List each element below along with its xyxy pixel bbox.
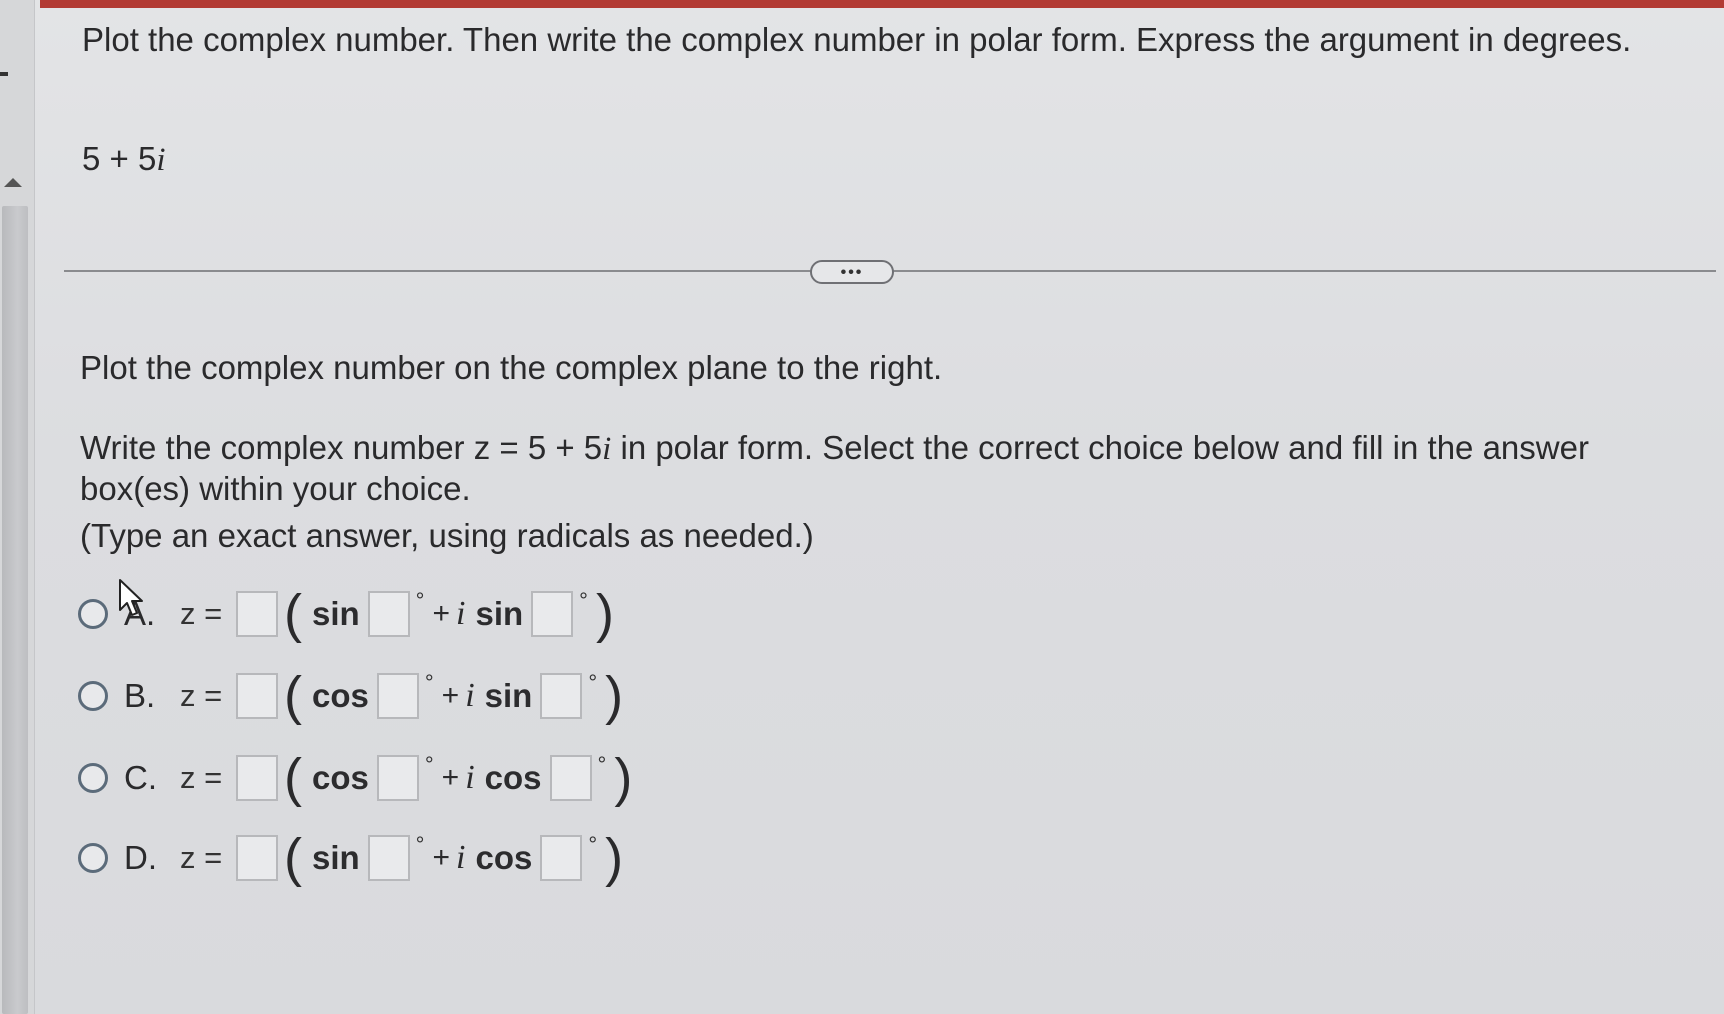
complex-expression: 5 + 5i xyxy=(82,140,166,179)
scrollbar-thumb[interactable] xyxy=(2,206,28,1014)
polar-instruction-imag: i xyxy=(602,431,612,467)
choice-d-degree2: ° xyxy=(588,832,598,857)
choice-c-close-paren: ) xyxy=(614,748,633,808)
choice-c-fn2: cos xyxy=(484,759,542,796)
choice-a[interactable]: A. z = ( sin ° + i sin ° ) xyxy=(78,582,614,646)
choice-a-radio[interactable] xyxy=(78,599,108,629)
left-marker xyxy=(0,72,8,76)
choice-c-radio[interactable] xyxy=(78,763,108,793)
choice-d-plus: + xyxy=(432,841,451,874)
choice-a-modulus-input[interactable] xyxy=(236,591,278,637)
plot-instruction: Plot the complex number on the complex p… xyxy=(80,349,943,386)
choice-b-angle2-input[interactable] xyxy=(540,673,583,719)
choice-a-imag-unit: i xyxy=(456,595,466,632)
choice-d-letter: D. xyxy=(124,839,157,876)
choice-b-modulus-input[interactable] xyxy=(236,673,278,719)
choice-c-angle1-input[interactable] xyxy=(376,755,419,801)
choice-b-plus: + xyxy=(441,679,460,712)
choice-a-fn2: sin xyxy=(475,595,524,632)
choice-b-z-label: z = xyxy=(180,678,223,713)
choice-a-fn1: sin xyxy=(311,595,360,632)
more-options-button[interactable]: ••• xyxy=(810,260,894,284)
choice-c-fn1: cos xyxy=(311,759,369,796)
polar-instruction-part1: Write the complex number z = 5 + 5 xyxy=(80,429,603,466)
choice-a-plus: + xyxy=(432,597,451,630)
choice-c-imag-unit: i xyxy=(465,759,475,796)
choice-a-z-label: z = xyxy=(180,596,223,631)
choice-c-plus: + xyxy=(441,761,460,794)
choice-d-modulus-input[interactable] xyxy=(236,835,278,881)
choice-b-imag-unit: i xyxy=(465,677,475,714)
choice-c-z-label: z = xyxy=(180,760,223,795)
top-accent-bar xyxy=(40,0,1724,8)
choice-d-degree1: ° xyxy=(415,832,425,857)
choice-b-open-paren: ( xyxy=(284,666,302,726)
choice-d-radio[interactable] xyxy=(78,843,108,873)
choice-d-fn2: cos xyxy=(475,839,533,876)
choice-a-close-paren: ) xyxy=(595,584,614,644)
choice-c-angle2-input[interactable] xyxy=(549,755,592,801)
choice-c-degree1: ° xyxy=(424,752,434,777)
choice-b-degree1: ° xyxy=(424,670,434,695)
mouse-pointer-icon xyxy=(119,579,143,616)
choice-b-close-paren: ) xyxy=(605,666,624,726)
choice-c-modulus-input[interactable] xyxy=(236,755,278,801)
choice-b-radio[interactable] xyxy=(78,681,108,711)
choice-a-degree1: ° xyxy=(415,588,425,613)
choice-d-fn1: sin xyxy=(311,839,360,876)
choice-c-degree2: ° xyxy=(597,752,607,777)
choice-a-open-paren: ( xyxy=(284,584,302,644)
choice-b-letter: B. xyxy=(124,677,156,714)
type-note: (Type an exact answer, using radicals as… xyxy=(80,517,814,554)
choice-d-z-label: z = xyxy=(180,840,223,875)
choice-d-angle2-input[interactable] xyxy=(540,835,583,881)
expression-real: 5 + 5 xyxy=(82,140,157,177)
choice-c[interactable]: C. z = ( cos ° + i cos ° ) xyxy=(78,746,632,810)
choice-d-close-paren: ) xyxy=(605,828,624,888)
choice-a-degree2: ° xyxy=(579,588,588,613)
choice-b-fn1: cos xyxy=(311,677,369,714)
choice-a-angle1-input[interactable] xyxy=(367,591,410,637)
choice-b-degree2: ° xyxy=(588,670,598,695)
choice-d[interactable]: D. z = ( sin ° + i cos ° ) xyxy=(78,826,623,890)
question-text: Plot the complex number. Then write the … xyxy=(82,21,1632,58)
choice-a-angle2-input[interactable] xyxy=(531,591,574,637)
choice-b-fn2: sin xyxy=(484,677,533,714)
choice-b[interactable]: B. z = ( cos ° + i sin ° ) xyxy=(78,664,623,728)
choice-c-letter: C. xyxy=(124,759,157,796)
choice-d-angle1-input[interactable] xyxy=(367,835,410,881)
choice-b-angle1-input[interactable] xyxy=(376,673,419,719)
scroll-up-arrow-icon[interactable] xyxy=(4,178,22,187)
choice-c-open-paren: ( xyxy=(284,748,302,808)
choice-d-open-paren: ( xyxy=(284,828,302,888)
choice-d-imag-unit: i xyxy=(456,839,466,876)
polar-instruction: Write the complex number z = 5 + 5i in p… xyxy=(80,428,1680,509)
expression-imag-unit: i xyxy=(156,142,166,178)
